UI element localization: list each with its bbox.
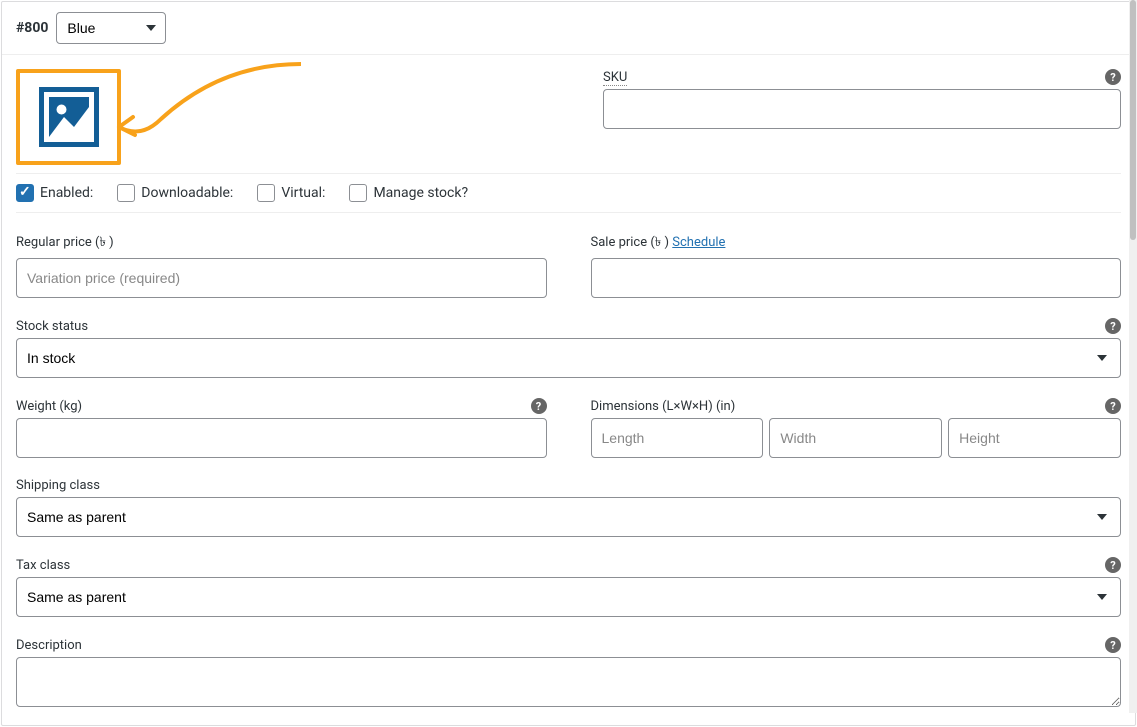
help-icon[interactable]: ? — [1105, 637, 1121, 653]
attribute-select[interactable]: Blue — [56, 12, 166, 44]
weight-label: Weight (kg) — [16, 399, 82, 414]
virtual-label: Virtual: — [281, 185, 325, 201]
variation-id: #800 — [16, 20, 48, 36]
virtual-checkbox-wrap[interactable]: Virtual: — [257, 184, 325, 202]
stock-status-select[interactable]: In stock — [16, 338, 1121, 378]
scrollbar-thumb[interactable] — [1130, 0, 1136, 240]
image-placeholder-icon[interactable] — [39, 87, 99, 147]
schedule-link[interactable]: Schedule — [672, 235, 725, 250]
help-icon[interactable]: ? — [1105, 398, 1121, 414]
scrollbar[interactable] — [1129, 0, 1137, 713]
downloadable-label: Downloadable: — [141, 185, 233, 201]
help-icon[interactable]: ? — [1105, 557, 1121, 573]
weight-input[interactable] — [16, 418, 547, 458]
enabled-checkbox[interactable] — [16, 184, 34, 202]
height-input[interactable] — [948, 418, 1121, 458]
manage-stock-checkbox-wrap[interactable]: Manage stock? — [349, 184, 468, 202]
help-icon[interactable]: ? — [1105, 318, 1121, 334]
description-textarea[interactable] — [16, 657, 1121, 707]
width-input[interactable] — [769, 418, 942, 458]
tax-class-label: Tax class — [16, 558, 70, 573]
sku-input[interactable] — [603, 89, 1121, 129]
variation-header: #800 Blue — [2, 2, 1135, 55]
help-icon[interactable]: ? — [531, 398, 547, 414]
downloadable-checkbox-wrap[interactable]: Downloadable: — [117, 184, 233, 202]
variation-image-highlight — [16, 69, 121, 165]
manage-stock-label: Manage stock? — [373, 185, 468, 201]
stock-status-label: Stock status — [16, 319, 88, 334]
length-input[interactable] — [591, 418, 764, 458]
dimensions-label: Dimensions (L×W×H) (in) — [591, 399, 736, 414]
regular-price-label: Regular price (৳ ) — [16, 233, 547, 254]
shipping-class-label: Shipping class — [16, 478, 1121, 493]
sale-price-input[interactable] — [591, 258, 1122, 298]
sku-label: SKU — [603, 70, 627, 86]
options-row: Enabled: Downloadable: Virtual: Manage s… — [16, 173, 1121, 213]
enabled-checkbox-wrap[interactable]: Enabled: — [16, 184, 93, 202]
downloadable-checkbox[interactable] — [117, 184, 135, 202]
tax-class-select[interactable]: Same as parent — [16, 577, 1121, 617]
shipping-class-select[interactable]: Same as parent — [16, 497, 1121, 537]
help-icon[interactable]: ? — [1105, 69, 1121, 85]
sale-price-label: Sale price (৳ ) Schedule — [591, 233, 1122, 254]
enabled-label: Enabled: — [40, 185, 93, 201]
description-label: Description — [16, 638, 82, 653]
regular-price-input[interactable] — [16, 258, 547, 298]
manage-stock-checkbox[interactable] — [349, 184, 367, 202]
virtual-checkbox[interactable] — [257, 184, 275, 202]
